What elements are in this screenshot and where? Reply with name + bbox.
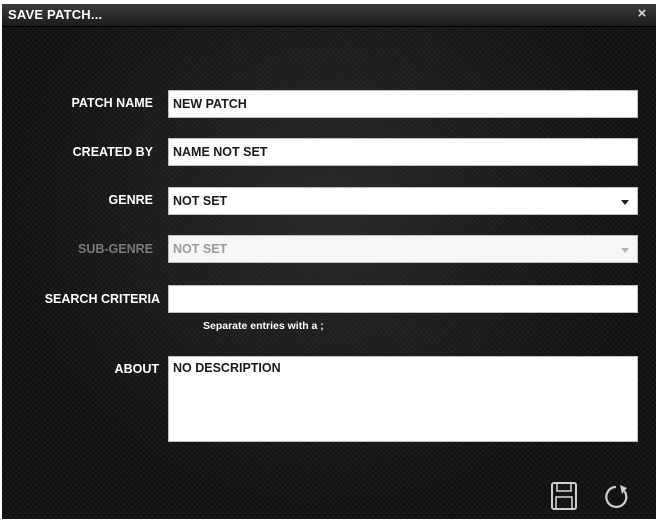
dialog-title: SAVE PATCH... bbox=[8, 7, 103, 22]
genre-label: GENRE bbox=[108, 193, 153, 207]
chevron-down-icon bbox=[621, 200, 629, 205]
save-patch-dialog: SAVE PATCH... × PATCH NAME NEW PATCH CRE… bbox=[2, 4, 656, 519]
close-icon[interactable]: × bbox=[634, 5, 650, 23]
sub-genre-selected-value: NOT SET bbox=[173, 242, 228, 256]
about-textarea[interactable]: NO DESCRIPTION bbox=[168, 356, 638, 442]
floppy-disk-icon[interactable] bbox=[550, 481, 578, 511]
created-by-label: CREATED BY bbox=[72, 145, 153, 159]
search-criteria-label: SEARCH CRITERIA bbox=[44, 292, 160, 306]
patch-name-input[interactable]: NEW PATCH bbox=[168, 90, 638, 118]
sub-genre-select: NOT SET bbox=[168, 235, 638, 263]
about-label: ABOUT bbox=[114, 362, 159, 376]
chevron-down-icon bbox=[621, 248, 629, 253]
search-criteria-input[interactable] bbox=[168, 285, 638, 313]
title-bar[interactable]: SAVE PATCH... × bbox=[2, 4, 656, 27]
refresh-icon[interactable] bbox=[603, 480, 633, 512]
genre-selected-value: NOT SET bbox=[173, 194, 228, 208]
patch-name-label: PATCH NAME bbox=[71, 96, 153, 110]
created-by-input[interactable]: NAME NOT SET bbox=[168, 138, 638, 166]
sub-genre-label: SUB-GENRE bbox=[77, 242, 153, 256]
search-criteria-hint: Separate entries with a ; bbox=[203, 320, 324, 332]
genre-select[interactable]: NOT SET bbox=[168, 187, 638, 215]
